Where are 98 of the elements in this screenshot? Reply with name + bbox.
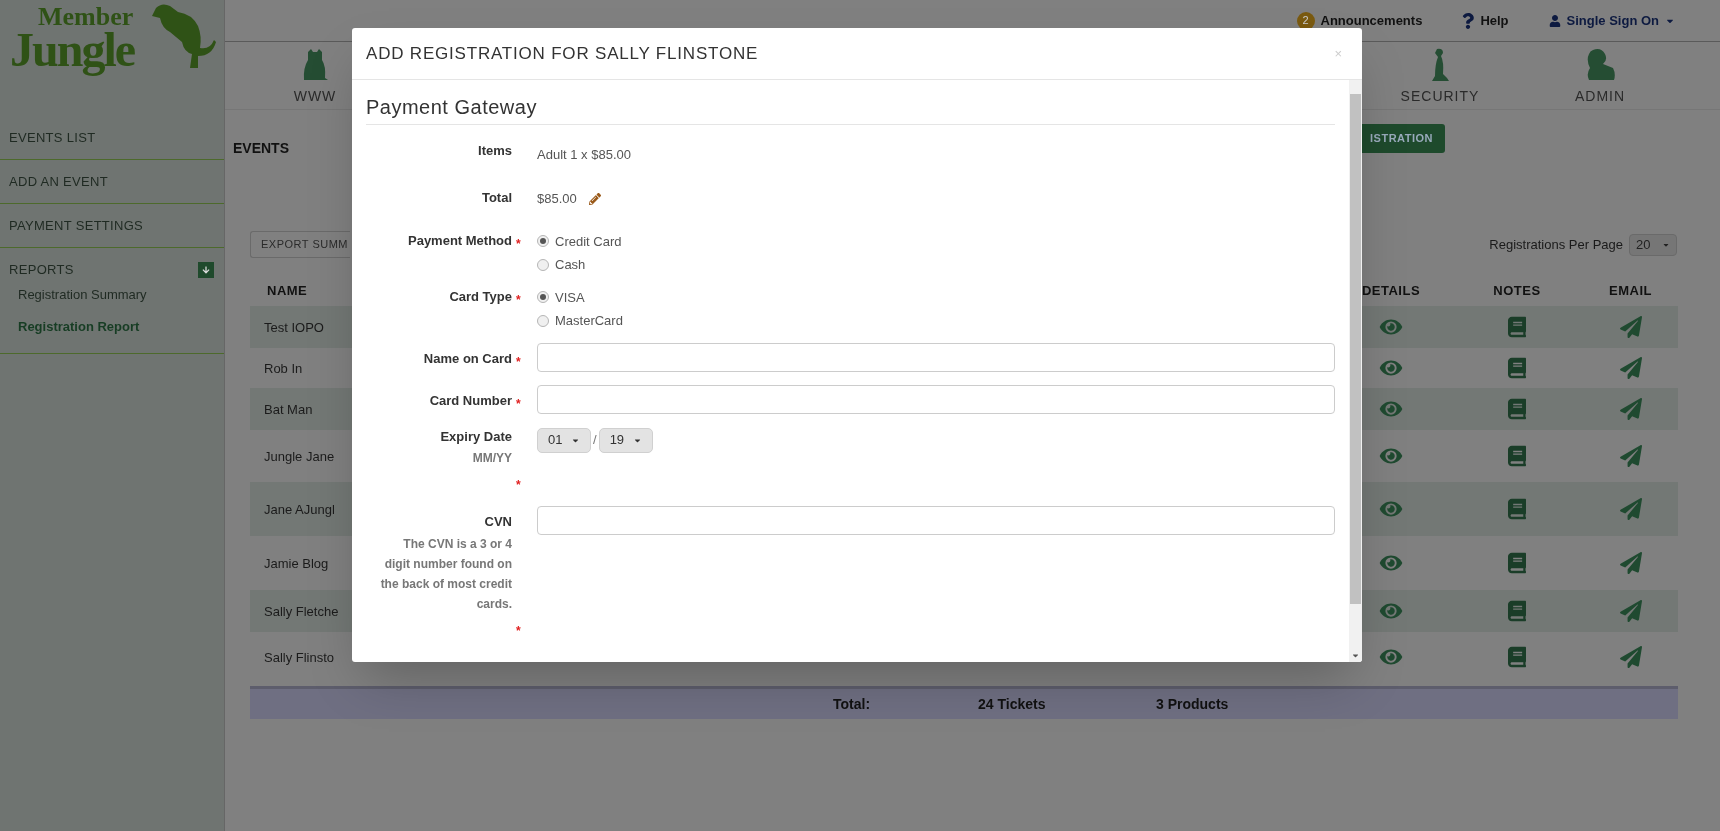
- eye-icon[interactable]: [1379, 317, 1403, 337]
- radio-label: Credit Card: [555, 232, 622, 251]
- field-label: Card Number: [429, 391, 512, 410]
- page-title: EVENTS: [233, 139, 289, 158]
- eye-icon[interactable]: [1379, 399, 1403, 419]
- eye-icon[interactable]: [1379, 499, 1403, 519]
- paper-plane-icon[interactable]: [1619, 445, 1642, 467]
- radio-label: VISA: [555, 288, 585, 307]
- book-icon[interactable]: [1508, 357, 1526, 379]
- radio-button[interactable]: [537, 314, 549, 327]
- expand-toggle[interactable]: [198, 261, 214, 278]
- name-cell: Bat Man: [264, 402, 313, 417]
- eye-icon[interactable]: [1379, 446, 1403, 466]
- name-cell: Jamie Blog: [264, 556, 329, 571]
- book-icon[interactable]: [1508, 445, 1526, 467]
- field-label: Card Type: [449, 287, 512, 306]
- date-separator: /: [593, 431, 597, 450]
- radio-label: MasterCard: [555, 312, 623, 330]
- paper-plane-icon[interactable]: [1619, 646, 1642, 668]
- required-mark: *: [516, 292, 521, 307]
- count-badge: 2: [1296, 11, 1315, 30]
- book-icon[interactable]: [1508, 498, 1526, 520]
- field-value: $85.00: [537, 190, 577, 208]
- name-cell: Jane AJungl: [264, 502, 335, 517]
- eye-icon[interactable]: [1379, 553, 1403, 573]
- scrollbar[interactable]: [1349, 80, 1362, 662]
- paper-plane-icon[interactable]: [1619, 552, 1642, 574]
- column-header: DETAILS: [1361, 283, 1421, 299]
- paper-plane-icon[interactable]: [1619, 316, 1642, 338]
- meerkat-icon: [1429, 48, 1451, 82]
- sidebar-item[interactable]: EVENTS LIST: [9, 127, 96, 148]
- field-label: Expiry Date: [440, 427, 512, 446]
- name-cell: Rob In: [264, 361, 303, 376]
- name-cell: Test IOPO: [264, 320, 324, 335]
- nav-tab[interactable]: ADMIN: [1574, 86, 1626, 107]
- sidebar-item[interactable]: ADD AN EVENT: [9, 171, 108, 192]
- field-hint: MM/YY: [472, 450, 512, 467]
- products-total: 3 Products: [1156, 694, 1229, 714]
- paper-plane-icon[interactable]: [1619, 398, 1642, 420]
- field-label: Name on Card: [423, 349, 512, 368]
- field-label: Total: [481, 189, 512, 207]
- scroll-down-icon[interactable]: [1351, 651, 1360, 660]
- name-cell: Jungle Jane: [264, 449, 335, 464]
- field-label: CVN: [484, 513, 512, 531]
- field-hint: The CVN is a 3 or 4 digit number found on the back of most credit cards.: [380, 535, 512, 613]
- nav-tab[interactable]: SECURITY: [1400, 86, 1480, 107]
- column-header: EMAIL: [1609, 283, 1652, 299]
- paper-plane-icon[interactable]: [1619, 357, 1642, 379]
- tickets-total: 24 Tickets: [978, 694, 1047, 714]
- field-label: Items: [478, 142, 512, 160]
- help-link[interactable]: Help: [1480, 10, 1509, 31]
- arrow-down-icon: [202, 265, 210, 274]
- required-mark: *: [516, 354, 521, 369]
- nav-tab[interactable]: WWW: [293, 86, 337, 107]
- required-mark: *: [516, 396, 521, 411]
- eye-icon[interactable]: [1379, 358, 1403, 378]
- column-header: NOTES: [1493, 283, 1541, 299]
- user-icon: [1548, 14, 1561, 27]
- eye-icon[interactable]: [1379, 601, 1403, 621]
- book-icon[interactable]: [1508, 600, 1526, 622]
- modal-title: ADD REGISTRATION FOR SALLY FLINSTONE: [366, 42, 759, 65]
- account-menu[interactable]: Single Sign On: [1566, 10, 1659, 31]
- text-input[interactable]: [537, 506, 1335, 535]
- year-select[interactable]: 19: [598, 427, 653, 453]
- eye-icon[interactable]: [1379, 647, 1403, 667]
- radio-button[interactable]: [537, 258, 549, 271]
- paper-plane-icon[interactable]: [1619, 498, 1642, 520]
- export-button[interactable]: EXPORT SUMM: [250, 231, 350, 258]
- month-select[interactable]: 01: [537, 427, 591, 453]
- sidebar-subitem[interactable]: Registration Report: [18, 317, 140, 337]
- pencil-icon[interactable]: [588, 192, 601, 205]
- radio-label: Cash: [555, 256, 586, 274]
- radio-button[interactable]: [537, 291, 549, 304]
- required-mark: *: [516, 623, 521, 638]
- sidebar-item[interactable]: REPORTS: [9, 259, 74, 280]
- announcements-link[interactable]: Announcements: [1320, 10, 1423, 31]
- sidebar-item[interactable]: PAYMENT SETTINGS: [9, 215, 144, 236]
- help-icon[interactable]: [1462, 12, 1475, 29]
- text-input[interactable]: [537, 384, 1335, 414]
- book-icon[interactable]: [1508, 316, 1526, 338]
- totals-label: Total:: [833, 694, 872, 714]
- per-page-select[interactable]: 20: [1629, 233, 1677, 256]
- sidebar-subitem[interactable]: Registration Summary: [18, 285, 147, 305]
- required-mark: *: [516, 478, 521, 492]
- paper-plane-icon[interactable]: [1619, 600, 1642, 622]
- field-value: Adult 1 x $85.00: [537, 147, 631, 162]
- name-cell: Sally Fletche: [264, 604, 339, 619]
- column-header: NAME: [267, 283, 308, 299]
- per-page-label: Registrations Per Page: [1489, 235, 1623, 254]
- required-mark: *: [516, 236, 521, 251]
- text-input[interactable]: [537, 342, 1335, 372]
- name-cell: Sally Flinsto: [264, 650, 335, 665]
- book-icon[interactable]: [1508, 398, 1526, 420]
- field-label: Payment Method: [408, 231, 512, 250]
- book-icon[interactable]: [1508, 552, 1526, 574]
- radio-button[interactable]: [537, 235, 549, 248]
- book-icon[interactable]: [1508, 646, 1526, 668]
- section-title: Payment Gateway: [366, 96, 537, 118]
